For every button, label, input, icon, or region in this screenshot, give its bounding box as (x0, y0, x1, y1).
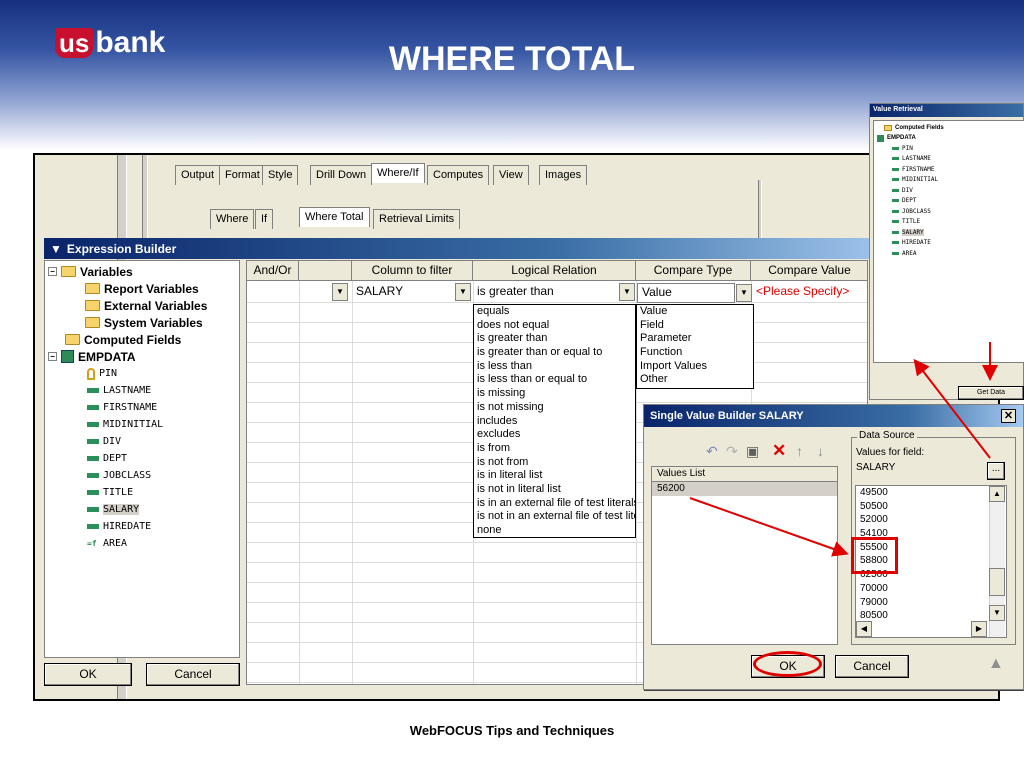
annotation-arrows (689, 342, 998, 557)
arrow-to-salary (913, 358, 991, 459)
arrow-to-values (689, 497, 849, 557)
slide-footer: WebFOCUS Tips and Techniques (409, 723, 615, 738)
